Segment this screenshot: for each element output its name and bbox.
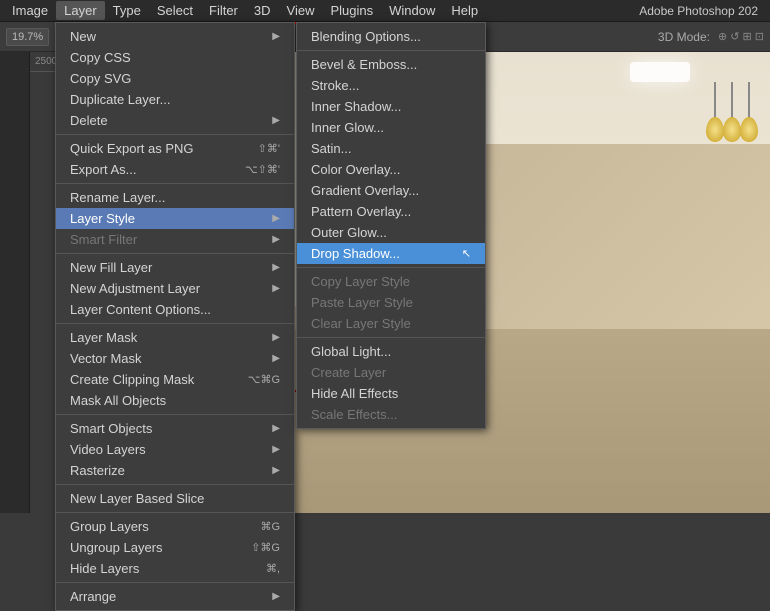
menu-item-create-layer: Create Layer	[297, 362, 485, 383]
menu-item-satin[interactable]: Satin...	[297, 138, 485, 159]
menu-item-export-as[interactable]: Export As... ⌥⇧⌘'	[56, 159, 294, 180]
menu-3d[interactable]: 3D	[246, 1, 279, 20]
cursor-icon: ↖	[462, 247, 471, 260]
left-sidebar	[0, 52, 30, 513]
menu-item-video-layers[interactable]: Video Layers ▶	[56, 439, 294, 460]
menu-item-rasterize[interactable]: Rasterize ▶	[56, 460, 294, 481]
menu-item-stroke[interactable]: Stroke...	[297, 75, 485, 96]
separator-1	[56, 134, 294, 135]
separator-2	[56, 183, 294, 184]
menu-item-outer-glow[interactable]: Outer Glow...	[297, 222, 485, 243]
menu-item-delete[interactable]: Delete ▶	[56, 110, 294, 131]
arrow-icon: ▶	[272, 262, 280, 273]
layer-style-submenu: Blending Options... Bevel & Emboss... St…	[296, 22, 486, 429]
menu-item-copy-svg[interactable]: Copy SVG	[56, 68, 294, 89]
menu-item-bevel-emboss[interactable]: Bevel & Emboss...	[297, 54, 485, 75]
menu-item-duplicate-layer[interactable]: Duplicate Layer...	[56, 89, 294, 110]
layer-dropdown-menu: New ▶ Copy CSS Copy SVG Duplicate Layer.…	[55, 22, 295, 611]
menu-view[interactable]: View	[279, 1, 323, 20]
menu-type[interactable]: Type	[105, 1, 149, 20]
pendant-1	[714, 82, 716, 142]
menu-item-rename-layer[interactable]: Rename Layer...	[56, 187, 294, 208]
arrow-icon: ▶	[272, 423, 280, 434]
menubar: Image Layer Type Select Filter 3D View P…	[0, 0, 770, 22]
separator-s2	[297, 267, 485, 268]
menu-item-ungroup-layers[interactable]: Ungroup Layers ⇧⌘G	[56, 537, 294, 558]
menu-item-pattern-overlay[interactable]: Pattern Overlay...	[297, 201, 485, 222]
separator-6	[56, 484, 294, 485]
menu-item-create-clipping-mask[interactable]: Create Clipping Mask ⌥⌘G	[56, 369, 294, 390]
menu-plugins[interactable]: Plugins	[322, 1, 381, 20]
app-title: Adobe Photoshop 202	[639, 4, 766, 18]
arrow-icon: ▶	[272, 465, 280, 476]
separator-s1	[297, 50, 485, 51]
ceiling-light	[630, 62, 690, 82]
pendant-2	[731, 82, 733, 142]
pendant-lights	[714, 82, 750, 142]
menu-item-inner-shadow[interactable]: Inner Shadow...	[297, 96, 485, 117]
menu-item-inner-glow[interactable]: Inner Glow...	[297, 117, 485, 138]
separator-5	[56, 414, 294, 415]
menu-image[interactable]: Image	[4, 1, 56, 20]
menu-item-new[interactable]: New ▶	[56, 26, 294, 47]
arrow-icon: ▶	[272, 353, 280, 364]
menu-layer[interactable]: Layer	[56, 1, 105, 20]
menu-item-layer-mask[interactable]: Layer Mask ▶	[56, 327, 294, 348]
separator-3	[56, 253, 294, 254]
arrow-icon: ▶	[272, 444, 280, 455]
menu-item-scale-effects: Scale Effects...	[297, 404, 485, 425]
arrow-icon: ▶	[272, 213, 280, 224]
menu-window[interactable]: Window	[381, 1, 443, 20]
menu-item-paste-layer-style: Paste Layer Style	[297, 292, 485, 313]
zoom-level[interactable]: 19.7%	[6, 28, 49, 46]
menu-item-quick-export[interactable]: Quick Export as PNG ⇧⌘'	[56, 138, 294, 159]
arrow-icon: ▶	[272, 591, 280, 602]
menu-item-copy-css[interactable]: Copy CSS	[56, 47, 294, 68]
menu-item-group-layers[interactable]: Group Layers ⌘G	[56, 516, 294, 537]
pendant-3	[748, 82, 750, 142]
separator-s3	[297, 337, 485, 338]
menu-help[interactable]: Help	[443, 1, 486, 20]
menu-item-new-fill-layer[interactable]: New Fill Layer ▶	[56, 257, 294, 278]
menu-item-smart-filter: Smart Filter ▶	[56, 229, 294, 250]
arrow-icon: ▶	[272, 234, 280, 245]
menu-item-clear-layer-style: Clear Layer Style	[297, 313, 485, 334]
menu-item-layer-content-options[interactable]: Layer Content Options...	[56, 299, 294, 320]
menu-item-drop-shadow[interactable]: Drop Shadow... ↖	[297, 243, 485, 264]
menu-item-gradient-overlay[interactable]: Gradient Overlay...	[297, 180, 485, 201]
menu-item-color-overlay[interactable]: Color Overlay...	[297, 159, 485, 180]
menu-item-new-layer-based-slice[interactable]: New Layer Based Slice	[56, 488, 294, 509]
menu-item-new-adjustment-layer[interactable]: New Adjustment Layer ▶	[56, 278, 294, 299]
menu-item-blending-options[interactable]: Blending Options...	[297, 26, 485, 47]
arrow-icon: ▶	[272, 115, 280, 126]
ruler-start: 2500	[35, 56, 57, 67]
menu-filter[interactable]: Filter	[201, 1, 246, 20]
arrow-icon: ▶	[272, 31, 280, 42]
menu-item-smart-objects[interactable]: Smart Objects ▶	[56, 418, 294, 439]
3d-mode-label: 3D Mode:	[658, 30, 710, 44]
arrow-icon: ▶	[272, 332, 280, 343]
3d-icons: ⊕ ↺ ⊞ ⊡	[718, 30, 764, 43]
separator-4	[56, 323, 294, 324]
arrow-icon: ▶	[272, 283, 280, 294]
menu-item-global-light[interactable]: Global Light...	[297, 341, 485, 362]
menu-item-hide-all-effects[interactable]: Hide All Effects	[297, 383, 485, 404]
menu-item-vector-mask[interactable]: Vector Mask ▶	[56, 348, 294, 369]
separator-8	[56, 582, 294, 583]
menu-select[interactable]: Select	[149, 1, 201, 20]
menu-item-mask-all-objects[interactable]: Mask All Objects	[56, 390, 294, 411]
menu-item-copy-layer-style: Copy Layer Style	[297, 271, 485, 292]
menu-item-arrange[interactable]: Arrange ▶	[56, 586, 294, 607]
menu-item-layer-style[interactable]: Layer Style ▶	[56, 208, 294, 229]
menu-item-hide-layers[interactable]: Hide Layers ⌘,	[56, 558, 294, 579]
